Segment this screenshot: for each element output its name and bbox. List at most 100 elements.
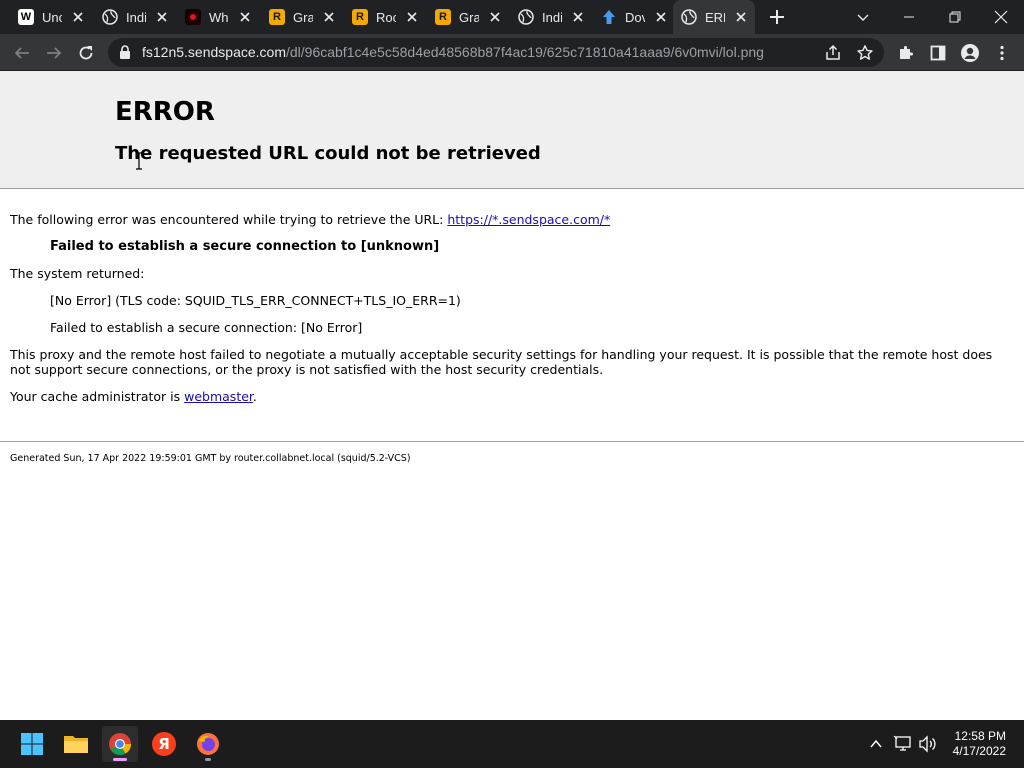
back-button[interactable]	[10, 41, 34, 65]
forward-button[interactable]	[42, 41, 66, 65]
close-tab-icon[interactable]	[404, 9, 420, 25]
taskbar-chrome[interactable]	[102, 726, 138, 762]
address-bar[interactable]: fs12n5.sendspace.com/dl/96cabf1c4e5c58d4…	[108, 38, 884, 67]
error-intro: The following error was encountered whil…	[10, 212, 1010, 227]
close-tab-icon[interactable]	[733, 9, 749, 25]
show-hidden-icons-button[interactable]	[866, 734, 886, 754]
new-tab-icon[interactable]	[766, 7, 788, 27]
system-clock[interactable]: 12:58 PM 4/17/2022	[953, 729, 1006, 759]
tab-title: Dov	[625, 9, 645, 25]
kebab-menu-icon	[1000, 45, 1004, 61]
system-returned-label: The system returned:	[10, 266, 145, 281]
admin-suffix: .	[252, 389, 257, 404]
tab-title: Gra	[293, 9, 313, 25]
start-button[interactable]	[14, 726, 50, 762]
tab-2[interactable]: Indi	[94, 0, 176, 34]
share-icon[interactable]	[824, 44, 842, 62]
tab-title: Wh	[209, 9, 229, 25]
tab-3[interactable]: Wh	[177, 0, 259, 34]
profile-button[interactable]	[958, 41, 982, 65]
puzzle-icon	[900, 46, 913, 59]
tls-code-text: [No Error] (TLS code: SQUID_TLS_ERR_CONN…	[50, 293, 461, 308]
url-host: fs12n5.sendspace.com	[142, 44, 286, 60]
webmaster-link[interactable]: webmaster	[184, 389, 253, 404]
firefox-icon	[197, 733, 219, 755]
url-path: /dl/96cabf1c4e5c58d4ed48568b87f4ac19/625…	[285, 44, 764, 60]
upload-arrow-icon	[603, 10, 615, 24]
page-viewport: ERROR The requested URL could not be ret…	[0, 71, 1024, 720]
tab-7[interactable]: Indi	[510, 0, 592, 34]
side-panel-button[interactable]	[926, 41, 950, 65]
error-url-link[interactable]: https://*.sendspace.com/*	[447, 212, 610, 227]
bookmark-star-icon[interactable]	[856, 44, 874, 62]
minimize-icon	[904, 16, 914, 18]
tab-search-button[interactable]	[840, 0, 886, 34]
volume-icon	[919, 735, 936, 753]
tab-5[interactable]: R Roc	[344, 0, 426, 34]
tab-title: Roc	[376, 9, 396, 25]
dark-site-icon	[185, 9, 201, 25]
windows-start-icon	[21, 733, 43, 755]
tab-active[interactable]: ERR	[673, 0, 755, 34]
explanation-text: This proxy and the remote host failed to…	[10, 347, 993, 377]
close-tab-icon[interactable]	[487, 9, 503, 25]
taskbar-yandex[interactable]: Я	[146, 726, 182, 762]
clock-date: 4/17/2022	[952, 744, 1006, 758]
restore-button[interactable]	[932, 0, 978, 34]
side-panel-icon	[930, 45, 946, 61]
error-header: ERROR The requested URL could not be ret…	[0, 71, 1024, 189]
chevron-up-icon	[870, 739, 882, 748]
close-window-button[interactable]	[978, 0, 1024, 34]
error-detail: Failed to establish a secure connection …	[50, 239, 440, 254]
tab-title: Gra	[459, 9, 479, 25]
close-tab-icon[interactable]	[570, 9, 586, 25]
yandex-icon: Я	[152, 732, 176, 756]
page-title: ERROR	[115, 97, 215, 127]
rockstar-icon: R	[269, 9, 285, 25]
lock-icon[interactable]	[118, 45, 132, 60]
browser-toolbar: fs12n5.sendspace.com/dl/96cabf1c4e5c58d4…	[0, 34, 1024, 71]
minimize-button[interactable]	[886, 0, 932, 34]
active-app-indicator	[113, 758, 127, 761]
tab-title: Indi	[126, 9, 146, 25]
url-text[interactable]: fs12n5.sendspace.com/dl/96cabf1c4e5c58d4…	[142, 44, 764, 60]
file-explorer-icon	[64, 736, 88, 753]
intro-text: The following error was encountered whil…	[10, 212, 448, 227]
network-button[interactable]	[893, 734, 913, 754]
chrome-icon	[109, 733, 131, 755]
tab-strip: W Unc Indi Wh R Gra R Roc R Gra Indi Dov	[0, 0, 1024, 34]
reload-button[interactable]	[74, 41, 98, 65]
chevron-down-icon	[857, 14, 869, 21]
text-cursor-icon	[136, 152, 142, 170]
page-subtitle: The requested URL could not be retrieved	[115, 143, 541, 164]
windows-taskbar: Я 12:58 PM 4/17/2022	[0, 720, 1024, 768]
network-icon	[893, 735, 911, 751]
tab-title: Indi	[542, 9, 562, 25]
rockstar-icon: R	[352, 9, 368, 25]
close-tab-icon[interactable]	[653, 9, 669, 25]
arrow-right-icon	[47, 47, 62, 59]
close-tab-icon[interactable]	[237, 9, 253, 25]
admin-prefix: Your cache administrator is	[10, 389, 185, 404]
close-tab-icon[interactable]	[154, 9, 170, 25]
tab-1[interactable]: W Unc	[10, 0, 92, 34]
error-content: The following error was encountered whil…	[10, 212, 1010, 416]
extensions-button[interactable]	[894, 41, 918, 65]
tab-8[interactable]: Dov	[593, 0, 675, 34]
taskbar-firefox[interactable]	[190, 726, 226, 762]
arrow-left-icon	[14, 47, 29, 59]
reload-icon	[79, 46, 93, 60]
avatar-icon	[961, 44, 979, 62]
globe-icon	[518, 9, 534, 25]
tab-4[interactable]: R Gra	[261, 0, 343, 34]
restore-icon	[949, 11, 961, 23]
taskbar-file-explorer[interactable]	[58, 726, 94, 762]
clock-time: 12:58 PM	[954, 729, 1006, 743]
globe-icon	[102, 9, 118, 25]
close-tab-icon[interactable]	[321, 9, 337, 25]
tab-6[interactable]: R Gra	[427, 0, 509, 34]
rockstar-icon: R	[435, 9, 451, 25]
volume-button[interactable]	[918, 734, 938, 754]
close-tab-icon[interactable]	[70, 9, 86, 25]
menu-button[interactable]	[990, 41, 1014, 65]
